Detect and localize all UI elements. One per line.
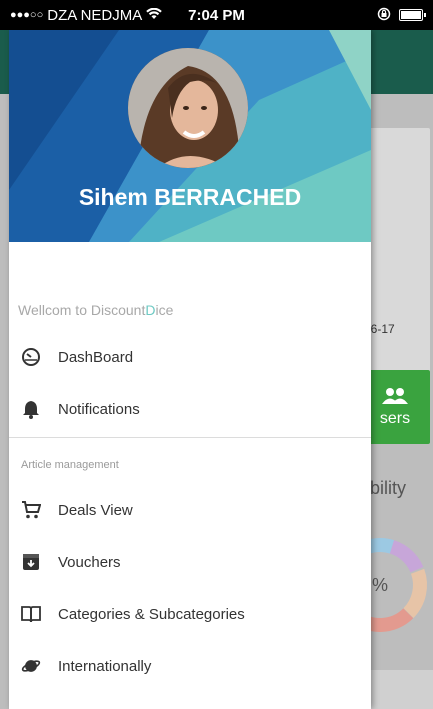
menu-item-label: Notifications [58,400,140,418]
carrier-name: DZA NEDJMA [47,6,143,24]
status-left: ●●●○○ DZA NEDJMA [10,6,163,24]
book-icon [21,604,41,624]
menu-divider [9,437,371,438]
rotation-lock-icon [377,7,391,24]
menu-item-notifications[interactable]: Notifications [9,389,371,429]
menu-item-label: DashBoard [58,348,134,366]
menu-item-internationally[interactable]: Internationally [9,646,371,686]
menu-item-dashboard[interactable]: DashBoard [9,337,371,377]
planet-icon [21,656,41,676]
menu-item-label: Deals View [58,501,133,519]
welcome-text: Wellcom to DiscountDice [18,302,173,318]
welcome-prefix: Wellcom to [18,302,91,318]
archive-icon [21,552,41,572]
menu-item-label: Vouchers [58,553,121,571]
navigation-drawer: Sihem BERRACHED Wellcom to DiscountDice … [9,30,371,709]
welcome-brand-part-c: ice [155,302,174,318]
menu-item-label: Internationally [58,657,152,675]
background-percent: % [372,575,388,595]
wifi-icon [146,7,163,24]
welcome-brand-accent: D [145,302,156,318]
cart-icon [21,500,41,520]
background-users-label: sers [379,409,411,427]
status-bar: ●●●○○ DZA NEDJMA 7:04 PM [0,0,433,30]
section-title-article-management: Article management [21,459,119,471]
welcome-brand-part-a: Discount [90,302,146,318]
background-visibility-label: bility [370,478,407,498]
status-right [377,7,426,24]
menu-item-categories[interactable]: Categories & Subcategories [9,594,371,634]
user-name: Sihem BERRACHED [78,184,302,210]
drawer-header: Sihem BERRACHED [9,30,371,242]
dashboard-icon [21,347,41,367]
battery-icon [399,9,426,21]
menu-item-deals-view[interactable]: Deals View [9,490,371,530]
menu-item-vouchers[interactable]: Vouchers [9,542,371,582]
bell-icon [21,399,41,419]
user-avatar[interactable] [128,48,248,168]
users-icon [381,387,409,410]
menu-item-label: Categories & Subcategories [58,605,245,623]
signal-strength-icon: ●●●○○ [10,9,44,21]
